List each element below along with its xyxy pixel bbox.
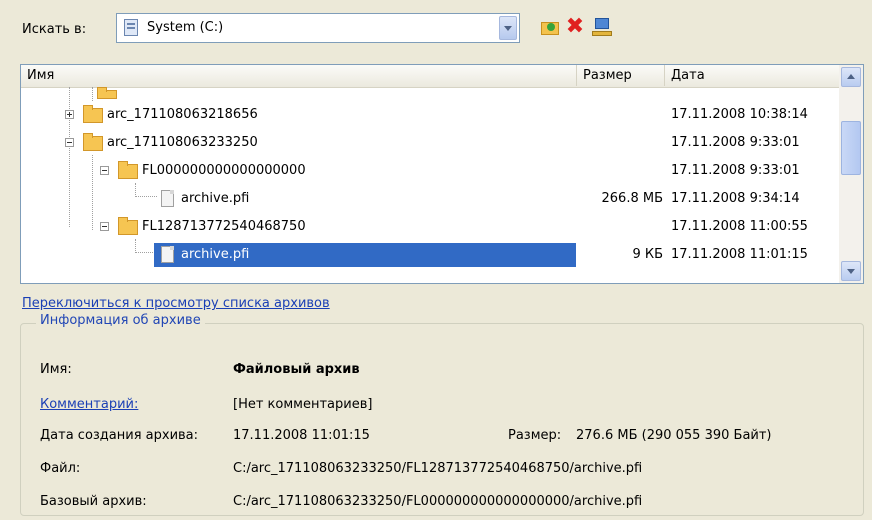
comment-value: [Нет комментариев] (233, 397, 373, 412)
scroll-up-icon[interactable] (841, 67, 861, 87)
list-item-selected[interactable]: archive.pfi 9 КБ 17.11.2008 11:01:15 (21, 241, 841, 269)
folder-icon (83, 133, 103, 151)
item-date: 17.11.2008 11:01:15 (671, 247, 808, 262)
scroll-down-icon[interactable] (841, 261, 861, 281)
file-icon (161, 190, 174, 207)
file-label: Файл: (40, 461, 81, 476)
chevron-down-icon[interactable] (499, 16, 517, 40)
item-size (577, 213, 663, 241)
item-date: 17.11.2008 9:33:01 (671, 135, 800, 150)
open-folder-icon[interactable] (540, 17, 560, 37)
file-value: C:/arc_171108063233250/FL128713772540468… (233, 461, 643, 476)
item-size (577, 101, 663, 129)
list-item[interactable]: FL000000000000000000 17.11.2008 9:33:01 (21, 157, 841, 185)
list-item[interactable]: arc_171108063233250 17.11.2008 9:33:01 (21, 129, 841, 157)
name-label: Имя: (40, 362, 72, 377)
comment-link[interactable]: Комментарий: (40, 397, 138, 412)
item-name: arc_171108063233250 (107, 135, 258, 150)
file-icon (161, 246, 174, 263)
size-value: 276.6 МБ (290 055 390 Байт) (576, 428, 772, 443)
list-item[interactable]: archive.pfi 266.8 МБ 17.11.2008 9:34:14 (21, 185, 841, 213)
folder-icon (118, 217, 138, 235)
base-archive-label: Базовый архив: (40, 494, 147, 509)
item-date: 17.11.2008 11:00:55 (671, 219, 808, 234)
vertical-scrollbar[interactable] (839, 65, 863, 283)
created-label: Дата создания архива: (40, 428, 199, 443)
item-date: 17.11.2008 10:38:14 (671, 107, 808, 122)
expand-icon[interactable] (65, 110, 74, 119)
item-name: FL000000000000000000 (142, 163, 306, 178)
folder-icon (118, 161, 138, 179)
item-size: 9 КБ (632, 247, 663, 262)
base-archive-value: C:/arc_171108063233250/FL000000000000000… (233, 494, 643, 509)
archive-info-title: Информация об архиве (36, 313, 205, 328)
item-size (577, 129, 663, 157)
drive-icon (124, 19, 138, 36)
look-in-label: Искать в: (22, 22, 87, 37)
created-value: 17.11.2008 11:01:15 (233, 428, 370, 443)
size-label: Размер: (508, 428, 562, 443)
column-header-size[interactable]: Размер (577, 65, 665, 86)
list-item[interactable]: arc_171108063218656 17.11.2008 10:38:14 (21, 101, 841, 129)
network-drive-icon[interactable] (592, 17, 612, 37)
archive-tree-list[interactable]: Имя Размер Дата arc_171108063218656 17.1… (20, 64, 864, 284)
list-header: Имя Размер Дата (21, 65, 841, 88)
list-item[interactable]: FL128713772540468750 17.11.2008 11:00:55 (21, 213, 841, 241)
column-header-name[interactable]: Имя (21, 65, 577, 86)
folder-icon (97, 87, 117, 99)
name-value: Файловый архив (233, 362, 360, 377)
item-name: archive.pfi (181, 191, 250, 206)
scroll-thumb[interactable] (841, 121, 861, 175)
item-name: archive.pfi (181, 247, 250, 262)
item-size: 266.8 МБ (601, 191, 663, 206)
folder-icon (83, 105, 103, 123)
collapse-icon[interactable] (100, 222, 109, 231)
item-name: arc_171108063218656 (107, 107, 258, 122)
column-header-date[interactable]: Дата (665, 65, 841, 86)
collapse-icon[interactable] (65, 138, 74, 147)
item-date: 17.11.2008 9:33:01 (671, 163, 800, 178)
archive-info-group (20, 323, 864, 516)
collapse-icon[interactable] (100, 166, 109, 175)
location-combobox[interactable]: System (C:) (116, 13, 520, 43)
location-value: System (C:) (147, 20, 224, 35)
switch-to-archive-list-link[interactable]: Переключиться к просмотру списка архивов (22, 296, 330, 311)
item-size (577, 157, 663, 185)
delete-icon[interactable]: ✖ (565, 16, 585, 38)
item-name: FL128713772540468750 (142, 219, 306, 234)
item-date: 17.11.2008 9:34:14 (671, 191, 800, 206)
